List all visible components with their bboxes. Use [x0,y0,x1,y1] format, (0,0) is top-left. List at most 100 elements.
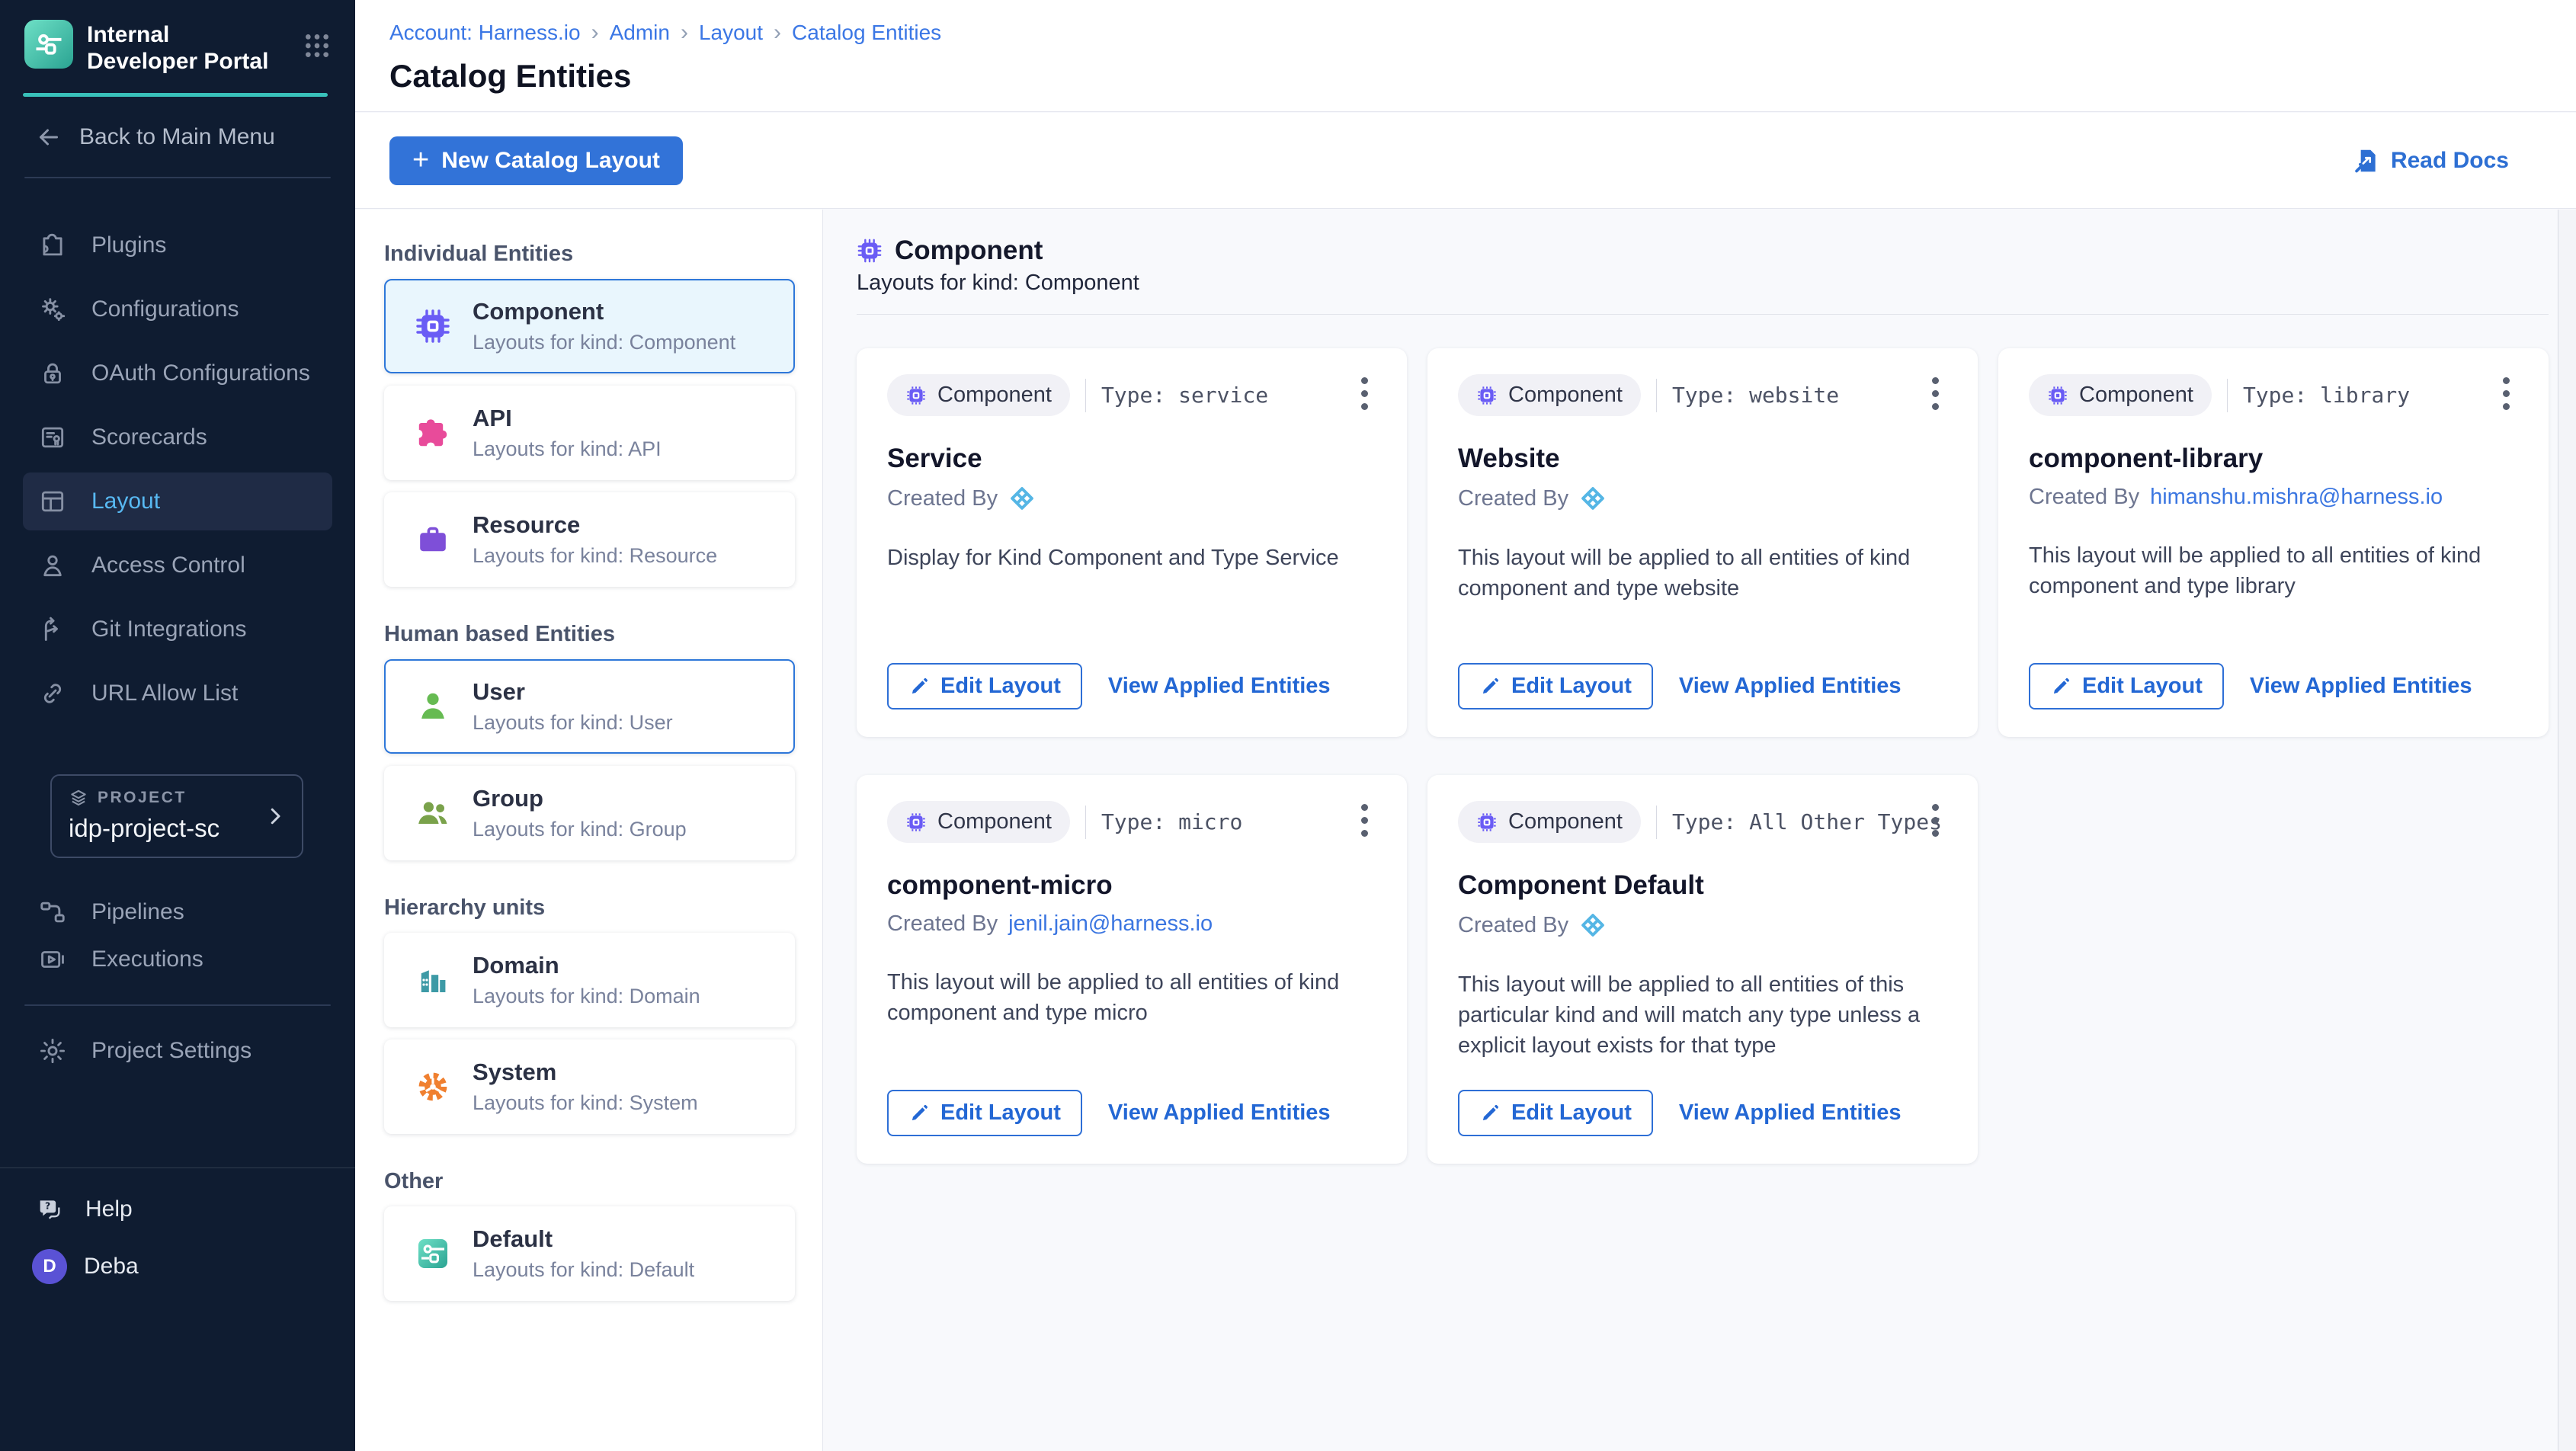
view-applied-entities-link[interactable]: View Applied Entities [1108,674,1331,699]
view-applied-entities-link[interactable]: View Applied Entities [2250,674,2472,699]
sidebar-item-label: Executions [91,947,203,972]
card-description: This layout will be applied to all entit… [1458,969,1947,1061]
entity-item-domain[interactable]: Domain Layouts for kind: Domain [384,933,795,1027]
edit-layout-button[interactable]: Edit Layout [887,1090,1082,1136]
sidebar-item-pipelines[interactable]: Pipelines [0,889,355,936]
sidebar-item-oauth-configurations[interactable]: OAuth Configurations [0,341,355,405]
breadcrumb-admin[interactable]: Admin [610,21,670,45]
user-menu[interactable]: D Deba [0,1249,355,1284]
pencil-icon [2050,676,2071,697]
sidebar-item-plugins[interactable]: Plugins [0,213,355,277]
view-applied-entities-link[interactable]: View Applied Entities [1679,674,1902,699]
type-text: Type: website [1672,383,1839,408]
card-menu-kebab-icon[interactable] [1918,799,1952,841]
toolbar: + New Catalog Layout Read Docs [355,113,2576,209]
chip-icon [1476,812,1498,833]
sidebar-item-label: OAuth Configurations [91,360,310,386]
entity-name: Component [473,298,735,325]
domain-buildings-icon [415,962,451,998]
card-title: component-micro [887,870,1376,901]
entity-item-resource[interactable]: Resource Layouts for kind: Resource [384,492,795,587]
card-description: This layout will be applied to all entit… [1458,543,1947,604]
entity-name: Resource [473,511,717,539]
pipelines-icon [38,898,67,927]
entity-name: Default [473,1225,694,1253]
created-by-label: Created By [1458,486,1568,511]
git-branch-icon [38,615,67,644]
edit-layout-button[interactable]: Edit Layout [1458,663,1653,709]
arrow-left-icon [35,123,62,151]
sidebar-item-label: Pipelines [91,899,184,925]
back-to-main-menu[interactable]: Back to Main Menu [35,123,355,151]
section-hierarchy-units: Hierarchy units [384,895,795,921]
api-puzzle-icon [415,415,451,451]
sidebar-item-project-settings[interactable]: Project Settings [0,1027,355,1075]
card-menu-kebab-icon[interactable] [1347,799,1381,841]
entity-name: Group [473,785,687,812]
entity-name: System [473,1059,698,1086]
sidebar-item-label: Project Settings [91,1038,252,1064]
sidebar-item-label: Scorecards [91,424,207,450]
sidebar-item-configurations[interactable]: Configurations [0,277,355,341]
card-menu-kebab-icon[interactable] [1918,373,1952,415]
kind-badge: Component [2029,374,2212,416]
scrollbar[interactable] [2558,210,2576,1451]
sidebar-item-layout[interactable]: Layout [23,472,332,530]
read-docs-link[interactable]: Read Docs [2351,146,2509,175]
sidebar-item-access-control[interactable]: Access Control [0,533,355,597]
edit-layout-label: Edit Layout [940,1100,1061,1126]
entity-desc: Layouts for kind: Resource [473,544,717,568]
entity-item-group[interactable]: Group Layouts for kind: Group [384,766,795,860]
entity-desc: Layouts for kind: API [473,437,662,461]
edit-layout-button[interactable]: Edit Layout [887,663,1082,709]
new-catalog-layout-button[interactable]: + New Catalog Layout [389,136,683,185]
entity-item-api[interactable]: API Layouts for kind: API [384,386,795,480]
entity-item-system[interactable]: System Layouts for kind: System [384,1039,795,1134]
sidebar-accent-rule [23,93,328,97]
svg-text:?: ? [45,1200,50,1211]
chip-icon [415,308,451,344]
breadcrumb-catalog-entities[interactable]: Catalog Entities [792,21,941,45]
section-other: Other [384,1169,795,1194]
sidebar-item-url-allow-list[interactable]: URL Allow List [0,661,355,726]
creator-email-link[interactable]: jenil.jain@harness.io [1008,911,1213,937]
entity-nav-panel: Individual Entities Component Layouts fo… [355,210,823,1451]
back-label: Back to Main Menu [79,124,275,150]
edit-layout-button[interactable]: Edit Layout [1458,1090,1653,1136]
layout-card-service: Component Type: service Service Created … [857,348,1407,737]
sidebar-item-git-integrations[interactable]: Git Integrations [0,597,355,661]
entity-item-component[interactable]: Component Layouts for kind: Component [384,279,795,373]
sidebar-item-scorecards[interactable]: Scorecards [0,405,355,469]
harness-logo-icon [1579,911,1607,939]
breadcrumb-account[interactable]: Account: Harness.io [389,21,581,45]
entity-item-user[interactable]: User Layouts for kind: User [384,659,795,754]
badge-label: Component [1508,809,1623,834]
vertical-divider [1085,379,1086,412]
card-menu-kebab-icon[interactable] [2489,373,2523,415]
creator-email-link[interactable]: himanshu.mishra@harness.io [2150,485,2443,510]
view-applied-entities-link[interactable]: View Applied Entities [1108,1100,1331,1126]
app-logo[interactable] [24,20,73,69]
app-grid-icon[interactable] [302,30,332,75]
type-text: Type: service [1101,383,1268,408]
gears-icon [38,295,67,324]
page-title: Catalog Entities [389,58,2576,94]
card-menu-kebab-icon[interactable] [1347,373,1381,415]
sidebar-item-executions[interactable]: Executions [0,936,355,983]
created-by-label: Created By [1458,913,1568,938]
card-description: This layout will be applied to all entit… [887,967,1376,1028]
project-name: idp-project-sc [69,814,287,843]
project-selector[interactable]: PROJECT idp-project-sc [50,774,303,858]
entity-item-default[interactable]: Default Layouts for kind: Default [384,1206,795,1301]
view-applied-entities-link[interactable]: View Applied Entities [1679,1100,1902,1126]
badge-label: Component [1508,383,1623,408]
breadcrumb-layout[interactable]: Layout [699,21,763,45]
chip-icon [857,238,883,264]
edit-layout-button[interactable]: Edit Layout [2029,663,2224,709]
read-docs-label: Read Docs [2391,148,2509,174]
card-description: This layout will be applied to all entit… [2029,540,2518,601]
entity-desc: Layouts for kind: Component [473,331,735,354]
layout-card-component-library: Component Type: library component-librar… [1998,348,2549,737]
help-button[interactable]: ? Help [0,1185,355,1234]
pencil-icon [1479,1103,1501,1124]
